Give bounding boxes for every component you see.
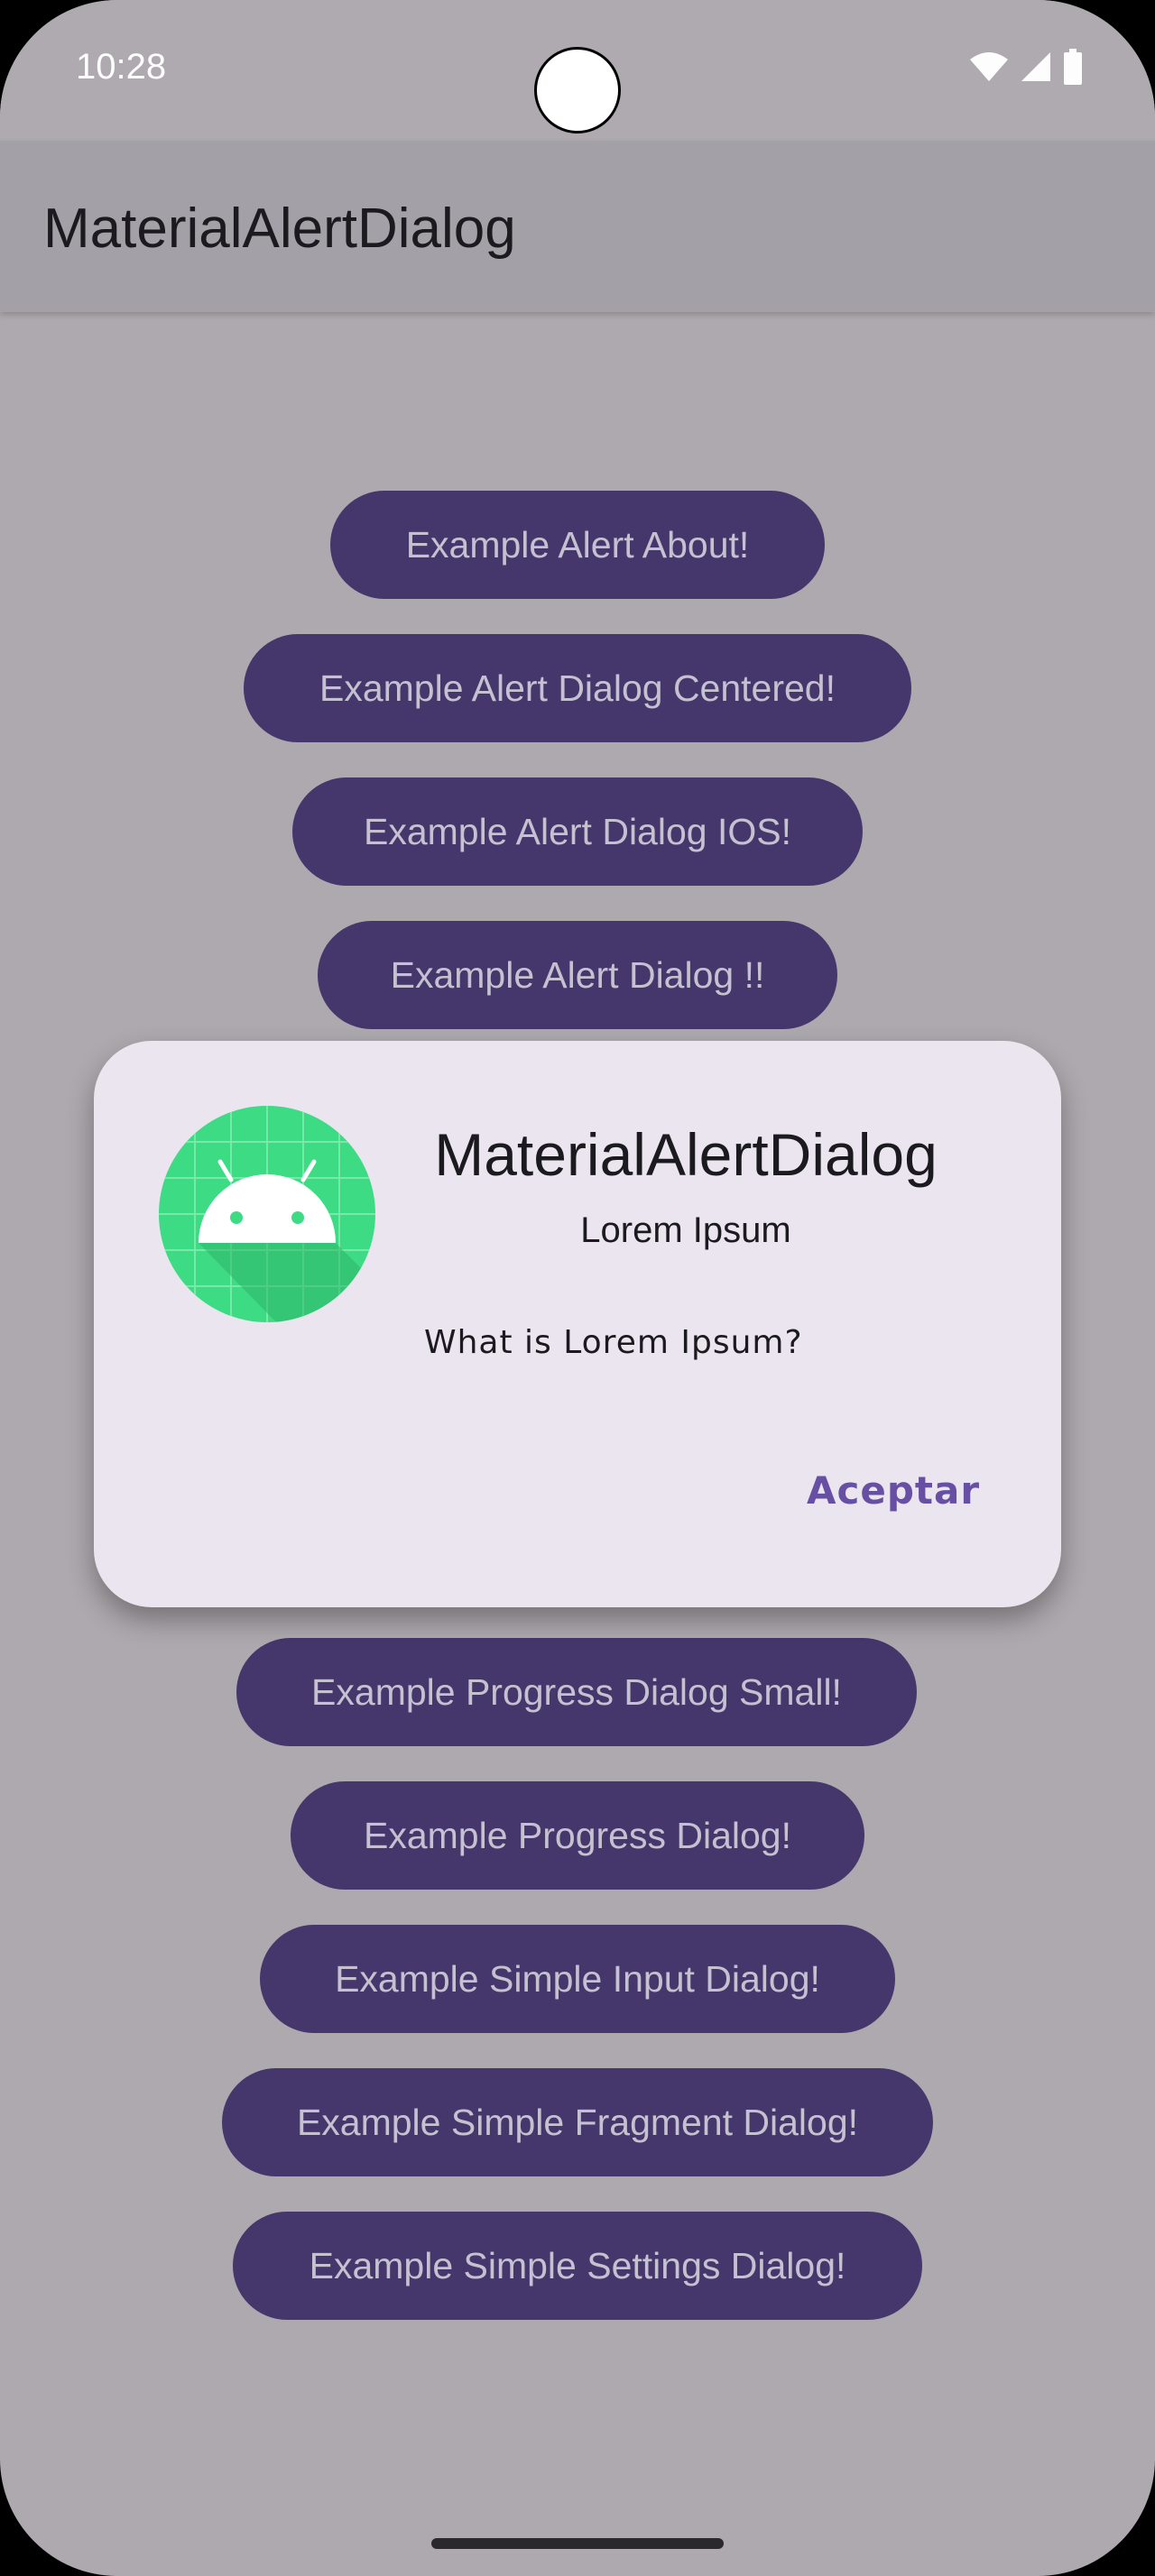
battery-icon (1063, 48, 1083, 89)
dialog-subtitle: Lorem Ipsum (580, 1210, 791, 1250)
app-bar-title: MaterialAlertDialog (43, 198, 516, 260)
accept-button[interactable]: Aceptar (789, 1454, 998, 1526)
progress-dialog-small-button[interactable]: Example Progress Dialog Small! (236, 1638, 917, 1746)
simple-settings-dialog-button[interactable]: Example Simple Settings Dialog! (233, 2212, 922, 2320)
simple-fragment-dialog-button[interactable]: Example Simple Fragment Dialog! (222, 2068, 933, 2176)
dialog-message: What is Lorem Ipsum? (424, 1324, 803, 1361)
phone-screen: 10:28 MaterialAlertDialog Example Alert … (0, 0, 1155, 2576)
alert-dialog-ios-button[interactable]: Example Alert Dialog IOS! (292, 777, 863, 886)
status-time: 10:28 (76, 47, 167, 87)
status-icons (969, 48, 1083, 89)
alert-dialog-centered-button[interactable]: Example Alert Dialog Centered! (244, 634, 911, 742)
wifi-icon (969, 51, 1009, 87)
alert-dialog-button[interactable]: Example Alert Dialog !! (318, 921, 837, 1029)
alert-about-button[interactable]: Example Alert About! (330, 491, 825, 599)
progress-dialog-button[interactable]: Example Progress Dialog! (291, 1781, 864, 1890)
app-bar: MaterialAlertDialog (0, 141, 1155, 312)
front-camera-cutout (534, 47, 621, 133)
android-icon (159, 1106, 375, 1322)
status-bar: 10:28 (0, 0, 1155, 141)
home-indicator[interactable] (431, 2538, 724, 2549)
simple-input-dialog-button[interactable]: Example Simple Input Dialog! (260, 1925, 895, 2033)
signal-icon (1020, 51, 1052, 87)
dialog-title: MaterialAlertDialog (434, 1121, 938, 1188)
material-alert-dialog: MaterialAlertDialog Lorem Ipsum What is … (94, 1041, 1061, 1607)
